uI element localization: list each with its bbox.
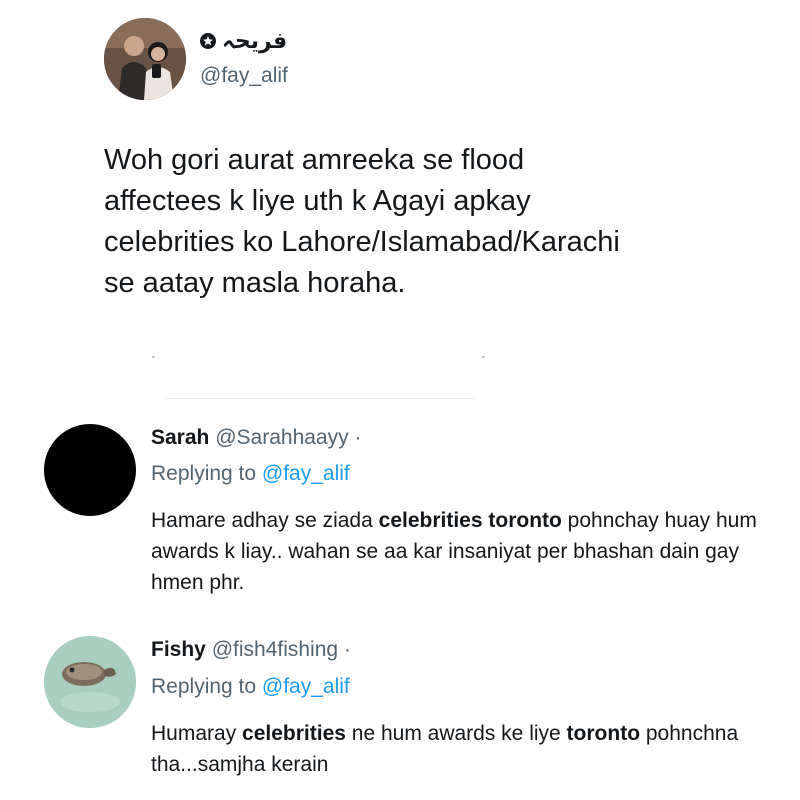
main-display-name-row: فریحہ bbox=[200, 28, 287, 54]
reply-separator: · bbox=[354, 426, 362, 449]
reply-tweet-fishy[interactable]: Fishy @fish4fishing · Replying to @fay_a… bbox=[0, 632, 800, 800]
main-display-name[interactable]: فریحہ bbox=[222, 28, 287, 54]
replying-to-line: Replying to @fay_alif bbox=[151, 462, 350, 486]
main-tweet-text: Woh gori aurat amreeka se flood affectee… bbox=[104, 144, 620, 299]
reply-tweet-sarah[interactable]: Sarah @Sarahhaayy · Replying to @fay_ali… bbox=[0, 418, 800, 618]
reply-bold-text: celebrities bbox=[242, 722, 346, 745]
reply-body: Hamare adhay se ziada celebrities toront… bbox=[151, 505, 781, 598]
divider-speck bbox=[152, 356, 155, 358]
reply-handle[interactable]: @Sarahhaayy bbox=[215, 426, 348, 449]
black-avatar[interactable] bbox=[44, 424, 136, 516]
reply-body: Humaray celebrities ne hum awards ke liy… bbox=[151, 718, 781, 780]
reply-header: Fishy @fish4fishing · bbox=[151, 638, 351, 662]
main-handle[interactable]: @fay_alif bbox=[200, 64, 288, 88]
replying-to-mention[interactable]: @fay_alif bbox=[262, 462, 350, 485]
divider-speck bbox=[482, 356, 485, 358]
replying-to-line: Replying to @fay_alif bbox=[151, 675, 350, 699]
main-avatar[interactable] bbox=[104, 18, 186, 100]
reply-separator: · bbox=[343, 638, 351, 661]
reply-display-name[interactable]: Sarah bbox=[151, 426, 209, 449]
fish-avatar[interactable] bbox=[44, 636, 136, 728]
reply-text: ne hum awards ke liye bbox=[345, 722, 567, 745]
star-badge-icon bbox=[200, 33, 216, 49]
fish-photo-icon bbox=[44, 636, 136, 728]
reply-text: Humaray bbox=[151, 722, 243, 745]
couple-photo-icon bbox=[104, 18, 186, 100]
reply-bold-text: toronto bbox=[566, 722, 641, 745]
replying-to-mention[interactable]: @fay_alif bbox=[262, 675, 350, 698]
main-tweet: فریحہ @fay_alif Woh gori aurat amreeka s… bbox=[0, 0, 800, 360]
reply-bold-text: celebrities toronto bbox=[378, 509, 562, 532]
reply-handle[interactable]: @fish4fishing bbox=[212, 638, 338, 661]
reply-header: Sarah @Sarahhaayy · bbox=[151, 426, 361, 450]
replying-to-label: Replying to bbox=[151, 462, 257, 485]
reply-display-name[interactable]: Fishy bbox=[151, 638, 206, 661]
divider bbox=[165, 398, 475, 399]
reply-text: Hamare adhay se ziada bbox=[151, 509, 379, 532]
replying-to-label: Replying to bbox=[151, 675, 257, 698]
